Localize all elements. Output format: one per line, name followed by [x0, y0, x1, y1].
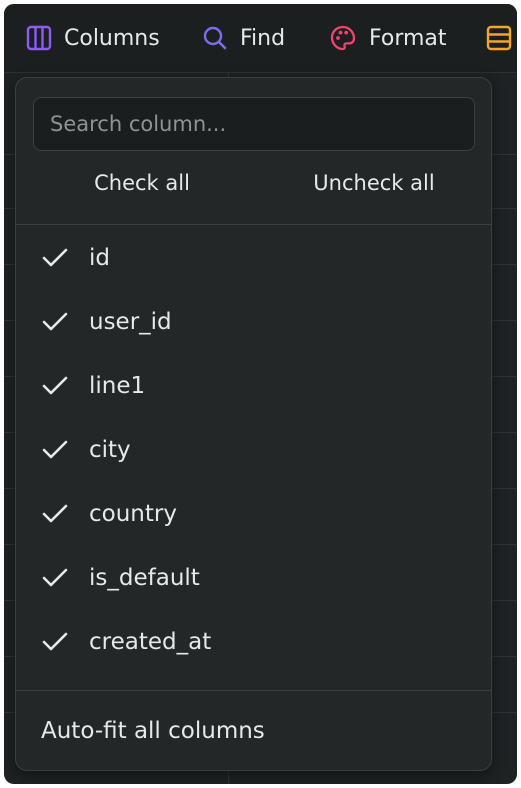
rows-icon: [486, 25, 512, 51]
checkmark-icon: [42, 632, 68, 651]
palette-icon: [330, 25, 356, 51]
column-item-label: user_id: [89, 309, 172, 335]
checkmark-icon: [42, 248, 68, 267]
check-all-button[interactable]: Check all: [72, 166, 212, 200]
column-item-label: line1: [89, 373, 146, 399]
column-item-label: is_default: [89, 565, 200, 591]
find-button-label: Find: [240, 25, 286, 51]
divider: [16, 690, 491, 691]
column-item[interactable]: line1: [16, 354, 491, 418]
column-item-label: city: [89, 437, 131, 463]
column-item[interactable]: city: [16, 418, 491, 482]
checkmark-icon: [42, 312, 68, 331]
divider: [16, 224, 491, 225]
search-icon: [203, 26, 227, 50]
find-button[interactable]: Find: [202, 22, 285, 54]
data-grid-app: Columns Find Format Search column... Che…: [4, 4, 517, 784]
column-item-label: id: [89, 245, 110, 271]
column-item[interactable]: id: [16, 226, 491, 290]
checkmark-icon: [42, 568, 68, 587]
checkmark-icon: [42, 376, 68, 395]
column-item[interactable]: country: [16, 482, 491, 546]
column-item[interactable]: user_id: [16, 290, 491, 354]
column-item-label: country: [89, 501, 177, 527]
search-column-input[interactable]: [33, 97, 475, 151]
columns-popover: Check all Uncheck all id user_id line1 c…: [15, 77, 492, 771]
checkmark-icon: [42, 504, 68, 523]
checkmark-icon: [42, 440, 68, 459]
columns-icon: [26, 25, 52, 51]
format-button[interactable]: Format: [329, 22, 447, 54]
toolbar: Columns Find Format: [4, 4, 517, 73]
autofit-all-columns-button[interactable]: Auto-fit all columns: [41, 711, 265, 751]
columns-button[interactable]: Columns: [26, 22, 160, 54]
column-item[interactable]: created_at: [16, 610, 491, 674]
columns-button-label: Columns: [64, 25, 160, 51]
column-item[interactable]: is_default: [16, 546, 491, 610]
rows-button[interactable]: [486, 22, 512, 54]
uncheck-all-button[interactable]: Uncheck all: [294, 166, 454, 200]
format-button-label: Format: [369, 25, 447, 51]
column-item-label: created_at: [89, 629, 212, 655]
